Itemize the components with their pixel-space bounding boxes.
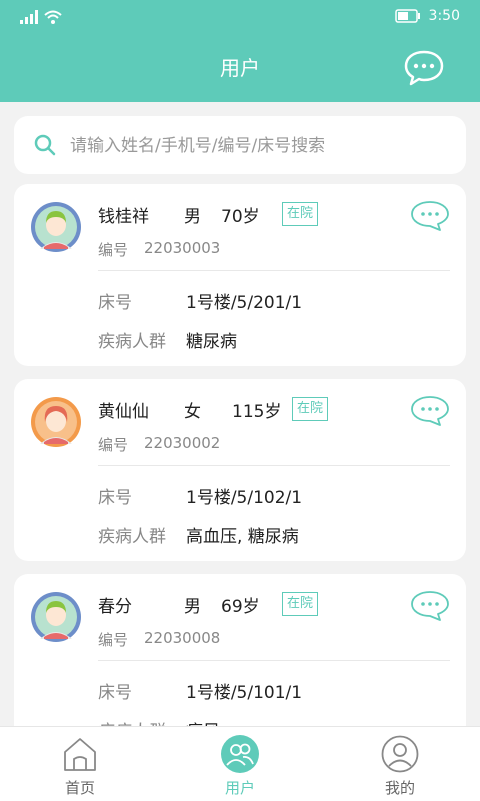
status-badge: 在院: [292, 397, 329, 421]
disease-label: 疾病人群: [98, 717, 166, 726]
tab-home[interactable]: 首页: [20, 727, 140, 801]
status-right: 3:50: [394, 8, 460, 24]
patient-age: 115岁: [232, 402, 282, 422]
disease-label: 疾病人群: [98, 527, 166, 547]
code-label: 编号: [98, 241, 129, 259]
patient-bed: 1号楼/5/102/1: [186, 488, 303, 508]
patient-name: 钱桂祥: [98, 207, 149, 227]
patient-card[interactable]: 黄仙仙 女 115岁 在院 编号 22030002 床号 1号楼/5/102/1…: [14, 379, 466, 561]
bed-label: 床号: [98, 683, 132, 703]
app-bar: 用户: [0, 34, 480, 102]
message-icon[interactable]: [410, 395, 450, 427]
patient-gender: 男: [184, 597, 201, 617]
status-time: 3:50: [428, 8, 460, 24]
patient-disease: 痛风: [186, 717, 220, 726]
patient-age: 69岁: [221, 597, 260, 617]
code-label: 编号: [98, 631, 129, 649]
patient-age: 70岁: [221, 207, 260, 227]
home-icon: [64, 738, 96, 771]
search-input[interactable]: [68, 128, 452, 164]
message-icon[interactable]: [410, 200, 450, 232]
patient-name: 春分: [98, 597, 132, 617]
disease-label: 疾病人群: [98, 332, 166, 352]
patient-code: 22030008: [144, 629, 221, 647]
tab-label: 我的: [384, 779, 415, 797]
patient-bed: 1号楼/5/201/1: [186, 293, 303, 313]
battery-icon: [394, 9, 420, 23]
patient-disease: 糖尿病: [186, 332, 237, 352]
divider: [98, 270, 450, 271]
status-bar: 3:50: [0, 0, 480, 34]
tab-label: 首页: [64, 779, 95, 797]
chat-icon[interactable]: [404, 49, 444, 87]
patient-card[interactable]: 钱桂祥 男 70岁 在院 编号 22030003 床号 1号楼/5/201/1 …: [14, 184, 466, 366]
patient-bed: 1号楼/5/101/1: [186, 683, 303, 703]
code-label: 编号: [98, 436, 129, 454]
divider: [98, 465, 450, 466]
orange-avatar-icon: [31, 397, 81, 447]
bottom-tab-bar: 首页 用户 我的: [0, 726, 480, 801]
patient-gender: 女: [184, 402, 201, 422]
bed-label: 床号: [98, 293, 132, 313]
signal-icon: [20, 10, 38, 24]
tab-label: 用户: [224, 779, 255, 797]
tab-users[interactable]: 用户: [180, 727, 300, 801]
wifi-icon: [44, 10, 62, 24]
patient-card[interactable]: 春分 男 69岁 在院 编号 22030008 床号 1号楼/5/101/1 疾…: [14, 574, 466, 726]
patient-name: 黄仙仙: [98, 402, 149, 422]
tab-profile[interactable]: 我的: [340, 727, 460, 801]
status-badge: 在院: [282, 202, 319, 226]
patient-code: 22030002: [144, 434, 221, 452]
patient-list[interactable]: 钱桂祥 男 70岁 在院 编号 22030003 床号 1号楼/5/201/1 …: [0, 184, 480, 726]
green-avatar-icon: [31, 592, 81, 642]
status-badge: 在院: [282, 592, 319, 616]
divider: [98, 660, 450, 661]
green-avatar-icon: [31, 202, 81, 252]
profile-icon: [381, 735, 419, 773]
bed-label: 床号: [98, 488, 132, 508]
search-bar: [14, 116, 466, 174]
users-icon: [221, 735, 259, 773]
search-icon: [34, 134, 56, 156]
status-left: [20, 10, 62, 24]
patient-disease: 高血压, 糖尿病: [186, 527, 299, 547]
patient-code: 22030003: [144, 239, 221, 257]
patient-gender: 男: [184, 207, 201, 227]
message-icon[interactable]: [410, 590, 450, 622]
